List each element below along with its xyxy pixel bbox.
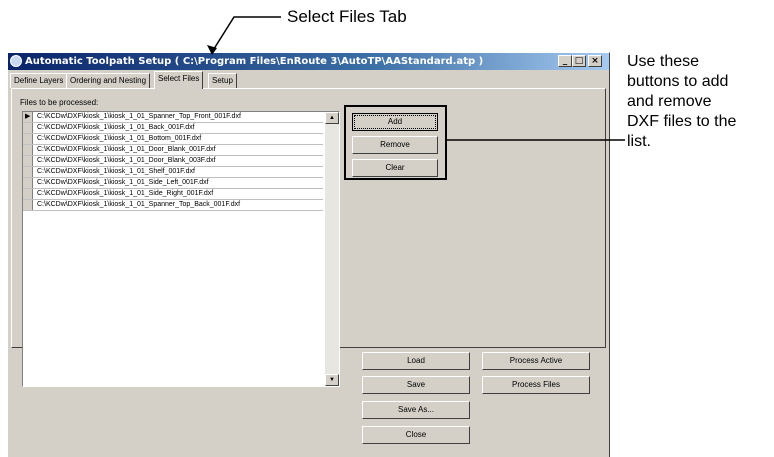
- file-list[interactable]: ▶ C:\KCDw\DXF\kiosk_1\kiosk_1_01_Spanner…: [22, 111, 340, 387]
- files-to-be-processed-label: Files to be processed:: [20, 98, 99, 107]
- file-path: C:\KCDw\DXF\kiosk_1\kiosk_1_01_Side_Left…: [37, 179, 209, 186]
- callout-line: buttons to add: [627, 73, 729, 90]
- file-row[interactable]: C:\KCDw\DXF\kiosk_1\kiosk_1_01_Bottom_00…: [23, 134, 323, 145]
- buttons-callout: Use these buttons to add and remove DXF …: [627, 52, 774, 152]
- file-row[interactable]: C:\KCDw\DXF\kiosk_1\kiosk_1_01_Door_Blan…: [23, 145, 323, 156]
- tab-define-layers[interactable]: Define Layers: [10, 73, 68, 88]
- row-selector: [23, 167, 33, 177]
- tab-select-files[interactable]: Select Files: [154, 71, 204, 89]
- file-row[interactable]: C:\KCDw\DXF\kiosk_1\kiosk_1_01_Spanner_T…: [23, 200, 323, 211]
- row-selector: [23, 134, 33, 144]
- window-title: Automatic Toolpath Setup ( C:\Program Fi…: [25, 56, 484, 67]
- callout-line: Use these: [627, 53, 700, 70]
- file-path: C:\KCDw\DXF\kiosk_1\kiosk_1_01_Back_001F…: [37, 124, 195, 131]
- remove-button[interactable]: Remove: [352, 136, 438, 154]
- file-path: C:\KCDw\DXF\kiosk_1\kiosk_1_01_Bottom_00…: [37, 135, 202, 142]
- save-as-button[interactable]: Save As...: [362, 401, 470, 419]
- add-button[interactable]: Add: [352, 113, 438, 131]
- automatic-toolpath-setup-window: Automatic Toolpath Setup ( C:\Program Fi…: [7, 52, 610, 457]
- close-button[interactable]: Close: [362, 426, 470, 444]
- file-row[interactable]: ▶ C:\KCDw\DXF\kiosk_1\kiosk_1_01_Spanner…: [23, 112, 323, 123]
- callout-line: DXF files to the: [627, 113, 737, 130]
- file-path: C:\KCDw\DXF\kiosk_1\kiosk_1_01_Door_Blan…: [37, 146, 216, 153]
- file-path: C:\KCDw\DXF\kiosk_1\kiosk_1_01_Door_Blan…: [37, 157, 216, 164]
- file-row[interactable]: C:\KCDw\DXF\kiosk_1\kiosk_1_01_Shelf_001…: [23, 167, 323, 178]
- row-pointer-icon: ▶: [25, 113, 31, 120]
- file-buttons-group: Add Remove Clear: [344, 105, 447, 180]
- row-selector: [23, 189, 33, 199]
- file-path: C:\KCDw\DXF\kiosk_1\kiosk_1_01_Side_Righ…: [37, 190, 214, 197]
- row-selector: [23, 156, 33, 166]
- file-path: C:\KCDw\DXF\kiosk_1\kiosk_1_01_Spanner_T…: [37, 113, 241, 120]
- minimize-button[interactable]: _: [558, 55, 572, 67]
- maximize-button[interactable]: □: [572, 55, 586, 67]
- row-selector: [23, 123, 33, 133]
- save-button[interactable]: Save: [362, 376, 470, 394]
- clear-button[interactable]: Clear: [352, 159, 438, 177]
- scroll-up-icon[interactable]: ▲: [325, 112, 339, 124]
- title-bar[interactable]: Automatic Toolpath Setup ( C:\Program Fi…: [8, 53, 609, 70]
- tab-callout-line: [211, 16, 281, 53]
- row-selector: [23, 145, 33, 155]
- load-button[interactable]: Load: [362, 352, 470, 370]
- row-selector: ▶: [23, 112, 33, 122]
- callout-line: list.: [627, 133, 651, 150]
- process-active-button[interactable]: Process Active: [482, 352, 590, 370]
- row-selector: [23, 178, 33, 188]
- row-selector: [23, 200, 33, 210]
- close-window-button[interactable]: ×: [588, 55, 602, 67]
- file-list-scrollbar[interactable]: ▲ ▼: [325, 112, 339, 386]
- file-row[interactable]: C:\KCDw\DXF\kiosk_1\kiosk_1_01_Side_Righ…: [23, 189, 323, 200]
- scroll-down-icon[interactable]: ▼: [325, 374, 339, 386]
- file-path: C:\KCDw\DXF\kiosk_1\kiosk_1_01_Shelf_001…: [37, 168, 195, 175]
- callout-line: and remove: [627, 93, 712, 110]
- process-files-button[interactable]: Process Files: [482, 376, 590, 394]
- file-path: C:\KCDw\DXF\kiosk_1\kiosk_1_01_Spanner_T…: [37, 201, 241, 208]
- file-row[interactable]: C:\KCDw\DXF\kiosk_1\kiosk_1_01_Side_Left…: [23, 178, 323, 189]
- file-row[interactable]: C:\KCDw\DXF\kiosk_1\kiosk_1_01_Door_Blan…: [23, 156, 323, 167]
- file-row[interactable]: C:\KCDw\DXF\kiosk_1\kiosk_1_01_Back_001F…: [23, 123, 323, 134]
- tab-ordering-and-nesting[interactable]: Ordering and Nesting: [66, 73, 151, 88]
- app-icon: [10, 55, 22, 67]
- select-files-tab-callout: Select Files Tab: [287, 7, 407, 26]
- tab-setup[interactable]: Setup: [208, 73, 237, 88]
